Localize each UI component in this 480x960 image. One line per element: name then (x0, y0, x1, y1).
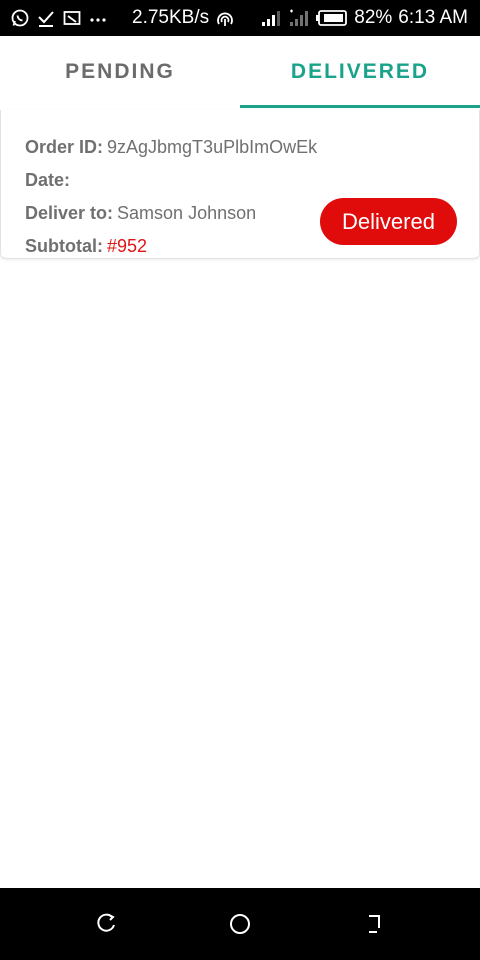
order-id-value: 9zAgJbmgT3uPlbImOwEk (107, 137, 318, 157)
delivered-status-button[interactable]: Delivered (320, 198, 457, 245)
hotspot-icon (215, 8, 235, 28)
signal-weak-icon (288, 8, 310, 28)
battery-percent: 82% (354, 7, 393, 28)
clock: 6:13 AM (398, 7, 468, 28)
back-icon[interactable] (360, 910, 388, 938)
subtotal-label: Subtotal: (25, 236, 103, 256)
home-icon[interactable] (226, 910, 254, 938)
status-bar-right: 82% 6:13 AM (260, 7, 480, 29)
date-label: Date: (25, 170, 71, 190)
order-tabs: PENDING DELIVERED (0, 36, 480, 108)
network-speed: 2.75KB/s (132, 7, 210, 28)
tab-delivered[interactable]: DELIVERED (240, 36, 480, 108)
battery-icon (316, 9, 348, 27)
more-dots-icon (88, 8, 108, 28)
subtotal-row: Subtotal: #952 (25, 236, 147, 257)
status-bar: 2.75KB/s 82% 6:13 AM (0, 0, 480, 36)
order-id-label: Order ID: (25, 137, 104, 157)
signal-icon (260, 8, 282, 28)
navigation-bar (0, 888, 480, 960)
deliver-to-row: Deliver to: Samson Johnson (25, 203, 256, 224)
tab-pending[interactable]: PENDING (0, 36, 240, 108)
deliver-to-value: Samson Johnson (117, 203, 257, 223)
order-id-row: Order ID: 9zAgJbmgT3uPlbImOwEk (25, 137, 317, 158)
whatsapp-icon (10, 8, 30, 28)
check-icon (36, 8, 56, 28)
date-row: Date: (25, 170, 70, 191)
cast-icon (62, 8, 82, 28)
deliver-to-label: Deliver to: (25, 203, 114, 223)
status-bar-left: 2.75KB/s (0, 7, 235, 29)
recents-icon[interactable] (93, 910, 121, 938)
order-card[interactable]: Order ID: 9zAgJbmgT3uPlbImOwEk Date: Deli… (0, 110, 480, 259)
subtotal-value: #952 (107, 236, 148, 256)
